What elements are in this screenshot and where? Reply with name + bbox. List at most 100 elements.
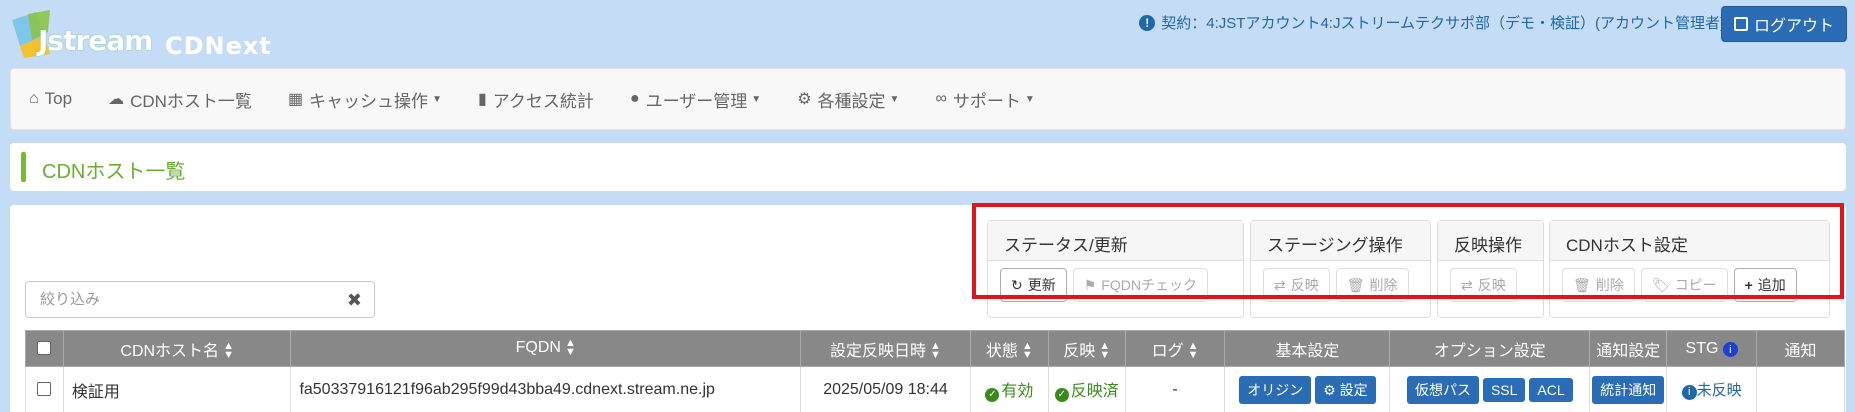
check-circle-icon: ✓ <box>1054 387 1069 402</box>
sort-icon: ▲ ▼ <box>1099 340 1111 362</box>
option-settings-cell: 仮想パス SSL ACL <box>1389 366 1591 412</box>
col-stg-label: STG <box>1685 339 1719 357</box>
col-fqdn[interactable]: FQDN ▲ ▼ <box>290 330 802 367</box>
check-circle-icon: ✓ <box>985 387 1000 402</box>
grid-icon: ▦ <box>287 91 304 108</box>
info-icon: ! <box>1139 14 1156 31</box>
col-option-settings: オプション設定 <box>1389 330 1591 367</box>
caret-down-icon: ▼ <box>1024 93 1035 105</box>
contract-info: ! 契約：4:JSTアカウント4:Jストリームテクサポ部（デモ・検証）(アカウン… <box>1139 12 1725 33</box>
sort-icon: ▲ ▼ <box>1021 340 1033 362</box>
nav-support-label: サポート <box>952 91 1021 111</box>
sort-icon: ▲ ▼ <box>223 340 234 362</box>
cloud-icon: ☁ <box>108 91 125 108</box>
log-cell: - <box>1124 366 1226 412</box>
product-name: CDNext <box>165 32 272 60</box>
nav-user-management-label: ユーザー管理 <box>645 91 748 111</box>
col-fqdn-label: FQDN <box>515 339 561 357</box>
stg-status: 未反映 <box>1696 382 1742 399</box>
col-stg: STG i <box>1666 330 1758 367</box>
logout-label: ログアウト <box>1753 18 1834 35</box>
settings-label: 設定 <box>1339 381 1368 398</box>
virtual-path-button[interactable]: 仮想パス <box>1406 375 1479 404</box>
select-all-header <box>25 330 64 367</box>
nav-access-stats-label: アクセス統計 <box>492 91 594 111</box>
table-row[interactable]: 検証用 fa50337916121f96ab295f99d43bba49.cdn… <box>25 366 1845 412</box>
nav-cdn-host-list-label: CDNホスト一覧 <box>130 91 252 111</box>
nav-support[interactable]: ∞ サポート ▼ <box>935 87 1034 112</box>
cdn-host-table: CDNホスト名 ▲ ▼ FQDN ▲ ▼ 設定反映日時 ▲ ▼ 状態 ▲ ▼ 反映 ▲ ▼ ログ ▲ ▼… <box>25 330 1845 412</box>
fqdn-cell: fa50337916121f96ab295f99d43bba49.cdnext.… <box>290 366 802 412</box>
logout-button[interactable]: ログアウト <box>1720 6 1847 42</box>
col-status[interactable]: 状態 ▲ ▼ <box>969 330 1049 367</box>
status-cell: ✓ 有効 <box>969 366 1049 412</box>
nav-access-stats[interactable]: ▮ アクセス統計 <box>478 87 594 112</box>
col-reflect[interactable]: 反映 ▲ ▼ <box>1047 330 1126 367</box>
info-icon: i <box>1681 384 1697 400</box>
settings-button[interactable]: ⚙ 設定 <box>1315 375 1376 404</box>
highlight-box <box>972 203 1844 299</box>
contract-text: 契約：4:JSTアカウント4:Jストリームテクサポ部（デモ・検証）(アカウント管… <box>1161 15 1725 32</box>
col-notify: 通知 <box>1756 330 1845 367</box>
nav-cache-ops[interactable]: ▦ キャッシュ操作 ▼ <box>288 87 442 112</box>
updated-cell: 2025/05/09 18:44 <box>800 366 971 412</box>
col-host-name-label: CDNホスト名 <box>120 342 220 360</box>
col-basic-settings: 基本設定 <box>1224 330 1391 367</box>
nav-top[interactable]: ⌂ Top <box>29 89 72 109</box>
notify-settings-cell: 統計通知 <box>1589 366 1668 412</box>
stg-cell: i 未反映 <box>1666 366 1758 412</box>
row-checkbox[interactable] <box>37 382 52 397</box>
brand-name: Jstream <box>38 24 153 57</box>
home-icon: ⌂ <box>29 90 39 107</box>
page-title-bar: CDNホスト一覧 <box>10 143 1846 191</box>
gear-icon: ⚙ <box>1323 381 1340 398</box>
reflect-label: 反映済 <box>1070 383 1119 401</box>
nav-settings-label: 各種設定 <box>817 91 886 111</box>
nav-cdn-host-list[interactable]: ☁ CDNホスト一覧 <box>108 87 252 112</box>
jstream-logo[interactable]: Jstream CDNext <box>10 10 280 60</box>
col-host-name[interactable]: CDNホスト名 ▲ ▼ <box>62 330 292 367</box>
gear-icon: ⚙ <box>797 91 812 108</box>
col-log-label: ログ <box>1151 342 1184 360</box>
col-reflect-label: 反映 <box>1063 342 1096 360</box>
info-icon[interactable]: i <box>1722 342 1738 357</box>
select-all-checkbox[interactable] <box>37 341 52 356</box>
caret-down-icon: ▼ <box>432 93 442 105</box>
caret-down-icon: ▼ <box>889 93 900 105</box>
nav-settings[interactable]: ⚙ 各種設定 ▼ <box>797 87 899 112</box>
bar-chart-icon: ▮ <box>477 91 487 108</box>
user-icon: ● <box>629 90 640 107</box>
logout-icon <box>1733 17 1748 31</box>
col-updated[interactable]: 設定反映日時 ▲ ▼ <box>800 330 971 367</box>
header: Jstream CDNext ! 契約：4:JSTアカウント4:Jストリームテク… <box>0 0 1855 60</box>
sort-icon: ▲ ▼ <box>1187 340 1199 362</box>
caret-down-icon: ▼ <box>751 93 762 105</box>
origin-button[interactable]: オリジン <box>1239 375 1312 404</box>
reflect-cell: ✓ 反映済 <box>1047 366 1126 412</box>
col-status-label: 状態 <box>985 342 1018 360</box>
nav-cache-ops-label: キャッシュ操作 <box>309 91 429 111</box>
nav-user-management[interactable]: ● ユーザー管理 ▼ <box>630 87 761 112</box>
ssl-button[interactable]: SSL <box>1482 377 1526 402</box>
sort-icon: ▲ ▼ <box>564 337 576 359</box>
table-header-row: CDNホスト名 ▲ ▼ FQDN ▲ ▼ 設定反映日時 ▲ ▼ 状態 ▲ ▼ 反映 ▲ ▼ ログ ▲ ▼… <box>25 330 1845 367</box>
row-select-cell <box>25 366 64 412</box>
stats-notify-button[interactable]: 統計通知 <box>1592 375 1665 404</box>
sort-icon: ▲ ▼ <box>930 340 941 362</box>
main-navbar: ⌂ Top ☁ CDNホスト一覧 ▦ キャッシュ操作 ▼ ▮ アクセス統計 ● … <box>10 68 1846 130</box>
col-notify-settings: 通知設定 <box>1589 330 1668 367</box>
host-name-cell[interactable]: 検証用 <box>62 366 292 412</box>
page-title: CDNホスト一覧 <box>42 161 186 183</box>
basic-settings-cell: オリジン ⚙ 設定 <box>1224 366 1391 412</box>
status-label: 有効 <box>1001 383 1034 401</box>
filter-input[interactable] <box>40 291 340 308</box>
link-icon: ∞ <box>935 90 947 107</box>
clear-icon[interactable]: ✖ <box>347 290 362 311</box>
notify-cell <box>1756 366 1845 412</box>
title-accent <box>21 152 26 182</box>
col-log[interactable]: ログ ▲ ▼ <box>1124 330 1226 367</box>
nav-top-label: Top <box>44 89 73 108</box>
acl-button[interactable]: ACL <box>1529 377 1573 402</box>
col-updated-label: 設定反映日時 <box>830 342 927 360</box>
filter-box: ✖ <box>25 281 375 318</box>
